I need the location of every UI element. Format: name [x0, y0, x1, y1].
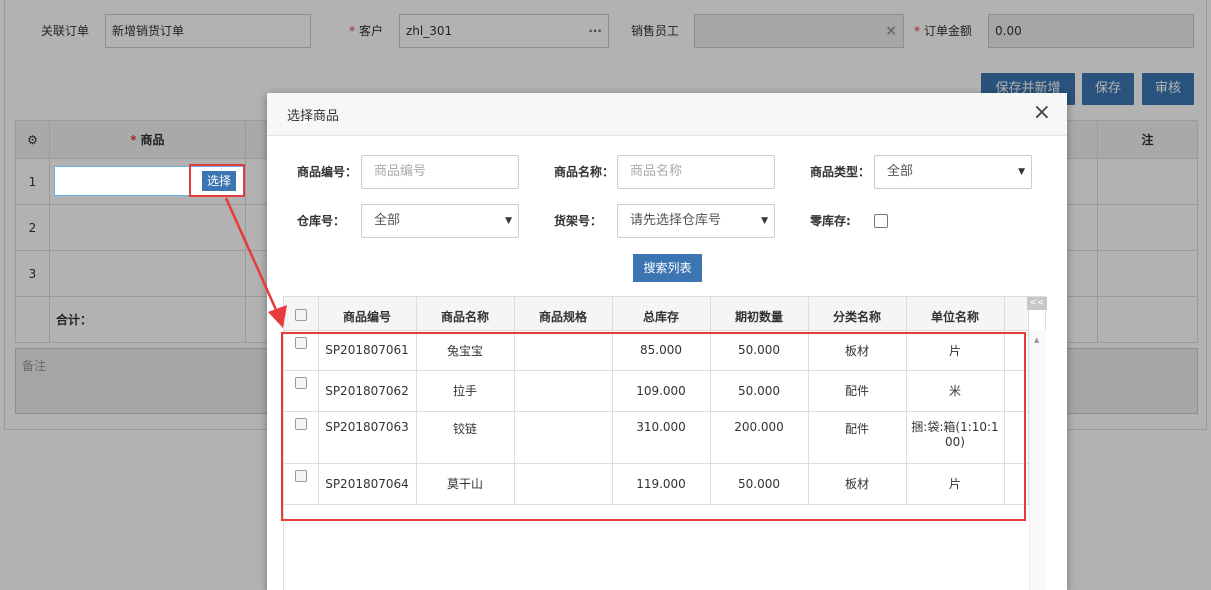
- annotation-arrow: [224, 197, 287, 328]
